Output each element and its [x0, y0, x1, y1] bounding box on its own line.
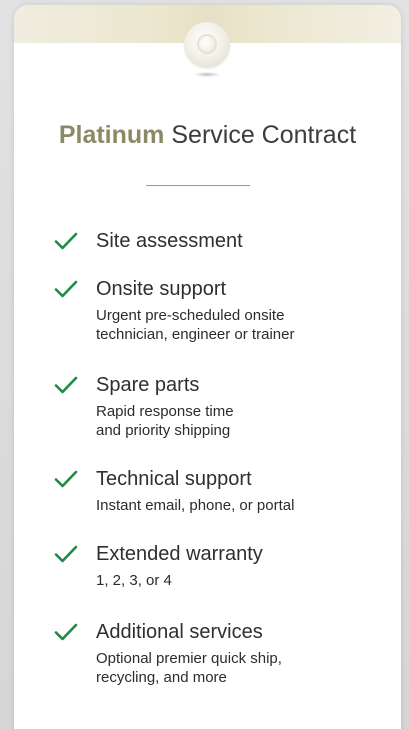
feature-title: Spare parts	[96, 374, 200, 396]
service-contract-card: Platinum Service Contract Site assessmen…	[14, 5, 401, 729]
title-divider	[146, 185, 250, 186]
feature-description: Instant email, phone, or portal	[96, 497, 295, 514]
feature-title: Extended warranty	[96, 543, 263, 565]
title-rest: Service Contract	[171, 121, 357, 149]
feature-item-onsite-support: Onsite support Urgent pre-scheduled onsi…	[54, 277, 384, 373]
feature-description: 1, 2, 3, or 4	[96, 572, 172, 589]
feature-description: Urgent pre-scheduled onsite technician, …	[96, 307, 295, 343]
feature-description: Optional premier quick ship, recycling, …	[96, 650, 282, 686]
feature-title: Site assessment	[96, 230, 243, 252]
checkmark-icon	[54, 376, 78, 394]
feature-item-spare-parts: Spare parts Rapid response time and prio…	[54, 373, 384, 467]
medallion-shadow	[194, 72, 220, 77]
feature-item-technical-support: Technical support Instant email, phone, …	[54, 467, 384, 542]
checkmark-icon	[54, 623, 78, 641]
checkmark-icon	[54, 470, 78, 488]
checkmark-icon	[54, 232, 78, 250]
checkmark-icon	[54, 545, 78, 563]
feature-item-additional-services: Additional services Optional premier qui…	[54, 620, 384, 690]
feature-list: Site assessment Onsite support Urgent pr…	[54, 229, 384, 690]
page-background: Platinum Service Contract Site assessmen…	[0, 0, 409, 729]
feature-item-site-assessment: Site assessment	[54, 229, 384, 277]
card-title: Platinum Service Contract	[14, 121, 401, 150]
feature-description: Rapid response time and priority shippin…	[96, 403, 234, 439]
feature-title: Technical support	[96, 468, 252, 490]
title-accent: Platinum	[58, 121, 165, 149]
medallion-center	[197, 34, 217, 54]
medallion-badge-icon	[184, 22, 230, 68]
checkmark-icon	[54, 280, 78, 298]
feature-item-extended-warranty: Extended warranty 1, 2, 3, or 4	[54, 542, 384, 620]
feature-title: Additional services	[96, 621, 263, 643]
feature-title: Onsite support	[96, 278, 227, 300]
